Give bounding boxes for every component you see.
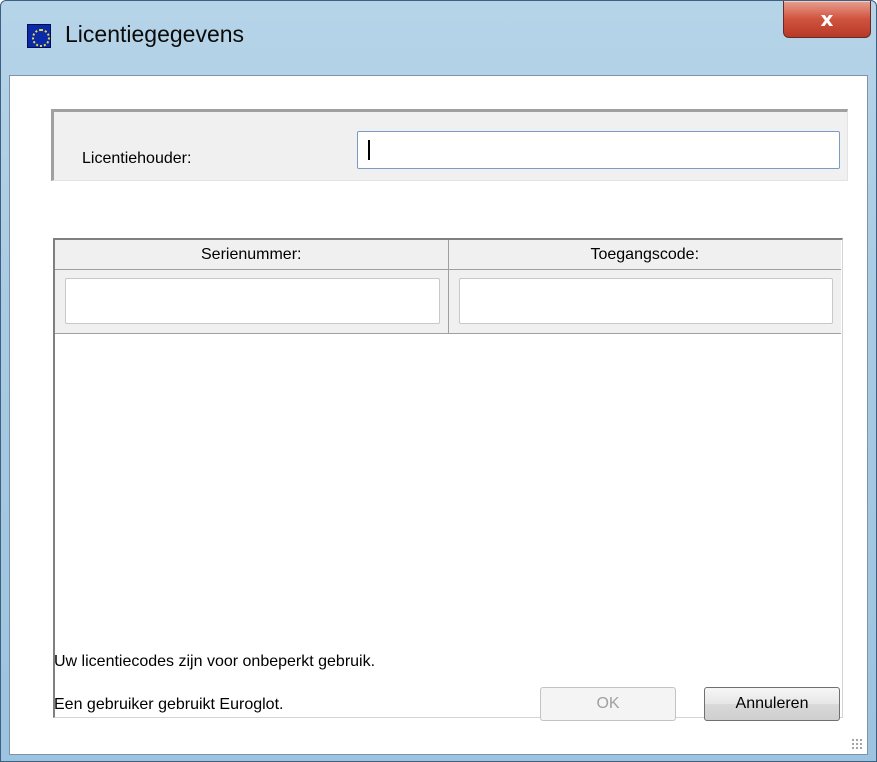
close-icon: x: [820, 7, 834, 31]
grid-header: Serienummer: Toegangscode:: [55, 240, 841, 270]
ok-button[interactable]: OK: [540, 687, 676, 721]
license-holder-group: Licentiehouder:: [51, 109, 848, 181]
license-codes-grid: Serienummer: Toegangscode:: [53, 238, 843, 718]
serial-cell: [55, 270, 448, 333]
close-button[interactable]: x: [783, 1, 871, 38]
window-title: Licentiegegevens: [65, 21, 245, 47]
license-holder-label: Licentiehouder:: [82, 150, 192, 167]
text-caret: [368, 140, 370, 160]
access-code-cell: [447, 270, 842, 333]
serial-number-input[interactable]: [65, 278, 440, 324]
user-count-text: Een gebruiker gebruikt Euroglot.: [54, 696, 284, 713]
license-dialog-window: Licentiegegevens x Licentiehouder: Serie…: [0, 0, 877, 762]
title-bar[interactable]: Licentiegegevens x: [1, 1, 876, 75]
license-holder-input[interactable]: [357, 131, 840, 169]
license-usage-text: Uw licentiecodes zijn voor onbeperkt geb…: [54, 653, 376, 670]
dialog-client-area: Licentiehouder: Serienummer: Toegangscod…: [9, 75, 868, 755]
resize-grip-icon[interactable]: [851, 738, 863, 750]
euroglot-app-icon[interactable]: [27, 24, 51, 48]
access-code-input[interactable]: [458, 278, 833, 324]
table-row: [55, 270, 841, 334]
column-header-serial[interactable]: Serienummer:: [55, 240, 448, 269]
cancel-button[interactable]: Annuleren: [704, 687, 840, 721]
column-header-access-code[interactable]: Toegangscode:: [447, 240, 842, 269]
